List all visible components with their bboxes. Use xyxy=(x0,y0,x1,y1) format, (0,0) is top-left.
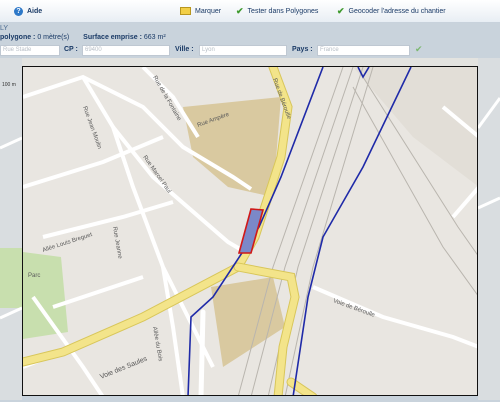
measurement-stats: polygone : 0 mètre(s) Surface emprise : … xyxy=(0,34,166,44)
park-label: Parc xyxy=(28,273,40,279)
city-input[interactable]: Lyon xyxy=(199,45,287,56)
map-viewport[interactable]: Voie des Saules Allée Louis Breguet Rue … xyxy=(22,66,478,396)
help-icon: ? xyxy=(14,6,23,16)
map-scale: 100 m xyxy=(2,82,16,88)
envelope-icon xyxy=(180,7,191,15)
address-form: Rue Stade CP : 69400 Ville : Lyon Pays :… xyxy=(0,44,500,58)
toolbar: ? Aide Marquer ✔ Tester dans Polygones ✔… xyxy=(0,0,500,23)
geocode-button[interactable]: ✔ Geocoder l'adresse du chantier xyxy=(337,5,446,17)
street-label-jeanne: Rue Jeanne xyxy=(111,226,123,260)
building-block xyxy=(211,277,285,367)
building-block xyxy=(183,97,281,197)
surface-value: 663 m² xyxy=(143,34,166,41)
left-strip-map xyxy=(0,136,23,320)
street-label-fontaine: Rue de la Fontaine xyxy=(151,75,182,122)
test-polygons-label: Tester dans Polygones xyxy=(247,7,319,15)
help-label: Aide xyxy=(27,7,43,15)
check-icon: ✔ xyxy=(337,5,345,16)
rail-yard xyxy=(353,67,477,186)
cp-input[interactable]: 69400 xyxy=(82,45,170,56)
test-polygons-button[interactable]: ✔ Tester dans Polygones xyxy=(236,5,318,17)
mark-label: Marquer xyxy=(195,7,222,15)
check-icon: ✔ xyxy=(236,5,244,16)
right-strip-map xyxy=(476,97,500,210)
help-button[interactable]: ? Aide xyxy=(14,5,42,17)
polygon-length-value: 0 mètre(s) xyxy=(37,34,70,41)
validate-check-icon[interactable]: ✔ xyxy=(415,44,423,55)
map-top-strip xyxy=(0,58,500,66)
country-input[interactable]: France xyxy=(317,45,410,56)
country-label: Pays : xyxy=(292,46,313,53)
map-right-strip xyxy=(476,58,500,400)
map-canvas[interactable]: Voie des Saules Allée Louis Breguet Rue … xyxy=(23,67,478,396)
polygon-length-label: polygone : xyxy=(0,34,36,41)
map-left-strip xyxy=(0,58,23,400)
geocode-label: Geocoder l'adresse du chantier xyxy=(348,7,446,15)
surface-label: Surface emprise : xyxy=(83,34,142,41)
street-input[interactable]: Rue Stade xyxy=(0,45,60,56)
street-label-allee-bois: Allée du Bois xyxy=(151,326,163,362)
city-label: Ville : xyxy=(175,46,194,53)
street-label-jean-moulin: Rue Jean Moulin xyxy=(81,106,102,150)
park-area xyxy=(23,252,68,339)
street-label-marcel-paul: Rue Marcel Paul xyxy=(141,155,171,195)
section-label: LY xyxy=(0,25,9,32)
cp-label: CP : xyxy=(64,46,78,53)
mark-button[interactable]: Marquer xyxy=(180,5,221,17)
street-label-voie-saules: Voie des Saules xyxy=(99,355,149,380)
street-label-voie-beroulle: Voie de Béroulle xyxy=(332,298,376,319)
